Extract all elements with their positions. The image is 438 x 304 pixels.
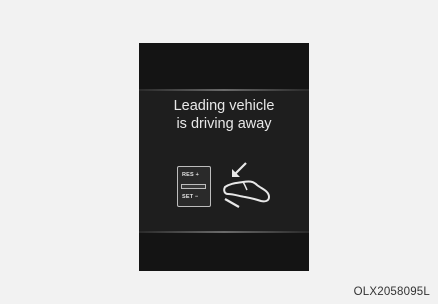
figure-frame: Leading vehicle is driving away RES + SE… bbox=[0, 0, 438, 304]
set-label: SET − bbox=[182, 194, 199, 200]
instrument-cluster-display: Leading vehicle is driving away RES + SE… bbox=[139, 43, 309, 271]
foot-on-accelerator-icon bbox=[223, 162, 271, 208]
status-message: Leading vehicle is driving away bbox=[139, 97, 309, 133]
switch-center-bar bbox=[181, 184, 206, 189]
display-top-divider bbox=[139, 89, 309, 91]
display-top-band bbox=[139, 43, 309, 89]
cruise-control-lever-icon: RES + SET − bbox=[177, 166, 211, 207]
res-label: RES + bbox=[182, 172, 200, 178]
status-message-line1: Leading vehicle bbox=[173, 98, 275, 114]
status-message-line2: is driving away bbox=[176, 116, 272, 132]
figure-code: OLX2058095L bbox=[353, 286, 430, 298]
display-bottom-band bbox=[139, 233, 309, 271]
